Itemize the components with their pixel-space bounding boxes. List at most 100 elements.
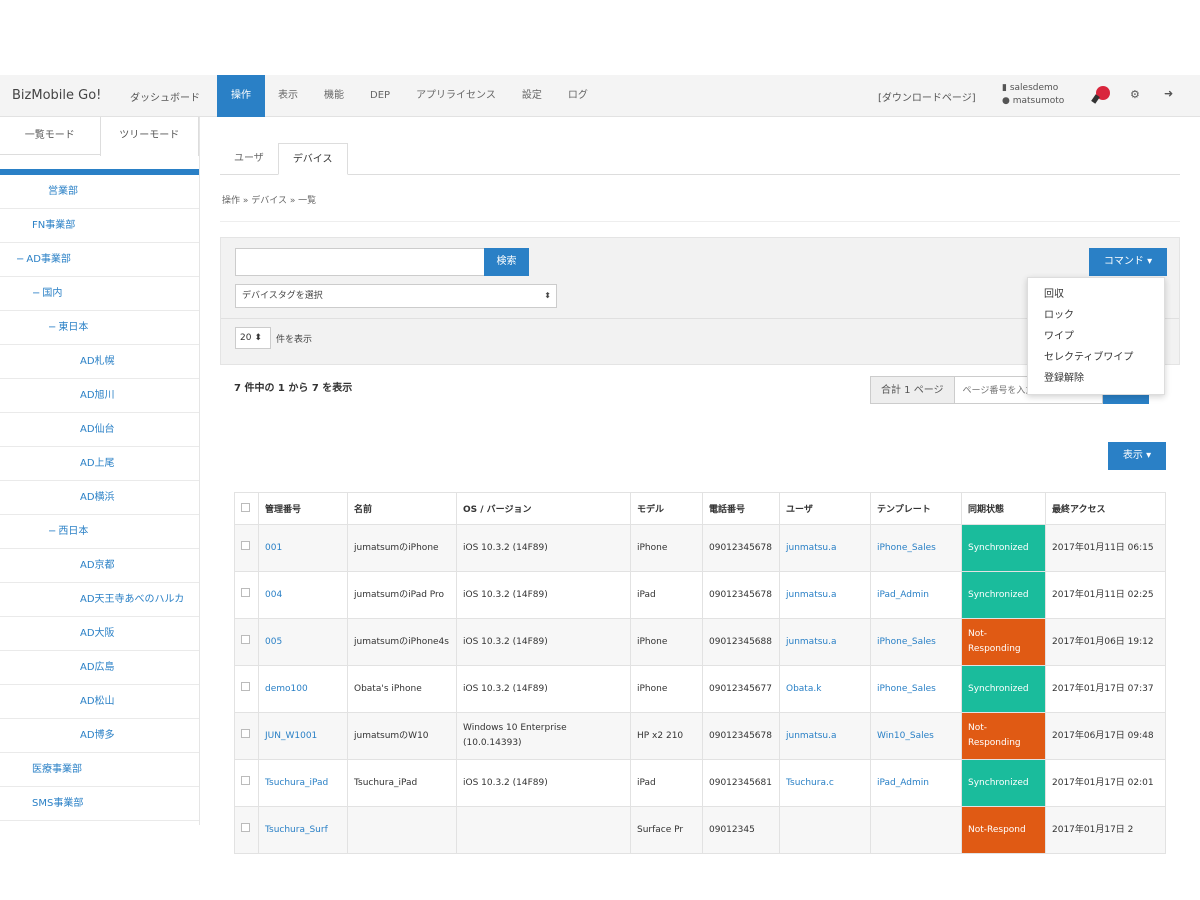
cell-template[interactable]: iPhone_Sales (870, 524, 962, 572)
per-page-select[interactable]: 20 ⬍ (235, 327, 271, 349)
tab-devices[interactable]: デバイス (277, 143, 348, 175)
checkbox[interactable] (241, 728, 250, 738)
tree-item[interactable]: − AD事業部 (0, 243, 199, 277)
header-phone[interactable]: 電話番号 (702, 492, 780, 525)
cell-id[interactable]: demo100 (258, 665, 348, 713)
account-info[interactable]: ▮ salesdemo ● matsumoto (1002, 82, 1064, 108)
cell-template[interactable]: iPhone_Sales (870, 618, 962, 666)
row-select-cell[interactable] (234, 618, 259, 666)
tree-item[interactable]: 医療事業部 (0, 753, 199, 787)
collapse-toggle-icon[interactable]: − (16, 254, 24, 265)
tree-item[interactable]: AD旭川 (0, 379, 199, 413)
table-row[interactable]: 001 jumatsumのiPhone iOS 10.3.2 (14F89) iPho… (234, 524, 1166, 572)
row-select-cell[interactable] (234, 571, 259, 619)
search-button[interactable]: 検索 (484, 248, 529, 276)
command-retrieve[interactable]: 回収 (1028, 284, 1164, 305)
checkbox[interactable] (241, 540, 250, 550)
cell-user[interactable] (779, 806, 871, 854)
nav-tab-function[interactable]: 機能 (311, 75, 357, 117)
mode-tab-tree[interactable]: ツリーモード (99, 117, 199, 156)
cell-template[interactable] (870, 806, 962, 854)
device-tag-select[interactable]: デバイスタグを選択 ⬍ (235, 284, 557, 308)
checkbox[interactable] (241, 587, 250, 597)
row-select-cell[interactable] (234, 524, 259, 572)
tree-item[interactable]: AD札幌 (0, 345, 199, 379)
header-last-access[interactable]: 最終アクセス (1045, 492, 1166, 525)
tree-item[interactable]: AD上尾 (0, 447, 199, 481)
cell-user[interactable]: junmatsu.a (779, 618, 871, 666)
command-selective-wipe[interactable]: セレクティブワイプ (1028, 347, 1164, 368)
tree-item[interactable]: AD大阪 (0, 617, 199, 651)
collapse-toggle-icon[interactable]: − (32, 288, 40, 299)
cell-template[interactable]: iPad_Admin (870, 759, 962, 807)
table-row[interactable]: 004 jumatsumのiPad Pro iOS 10.3.2 (14F89) iP… (234, 571, 1166, 619)
cell-user[interactable]: Tsuchura.c (779, 759, 871, 807)
command-wipe[interactable]: ワイプ (1028, 326, 1164, 347)
header-name[interactable]: 名前 (347, 492, 457, 525)
checkbox[interactable] (241, 822, 250, 832)
cell-id[interactable]: Tsuchura_iPad (258, 759, 348, 807)
cell-template[interactable]: iPad_Admin (870, 571, 962, 619)
nav-tab-view[interactable]: 表示 (265, 75, 311, 117)
tree-item[interactable]: AD京都 (0, 549, 199, 583)
header-os[interactable]: OS / バージョン (456, 492, 631, 525)
nav-tab-log[interactable]: ログ (555, 75, 601, 117)
brand-logo[interactable]: BizMobile Go! (12, 88, 101, 103)
nav-tab-dep[interactable]: DEP (357, 75, 403, 117)
search-input[interactable] (235, 248, 485, 276)
tree-item[interactable]: AD横浜 (0, 481, 199, 515)
tree-item[interactable]: SMS事業部 (0, 787, 199, 821)
table-row[interactable]: demo100 Obata's iPhone iOS 10.3.2 (14F89) i… (234, 665, 1166, 713)
nav-dashboard-link[interactable]: ダッシュボード (130, 89, 200, 104)
cell-template[interactable]: iPhone_Sales (870, 665, 962, 713)
cell-user[interactable]: junmatsu.a (779, 524, 871, 572)
cell-id[interactable]: 005 (258, 618, 348, 666)
tree-item[interactable]: − 西日本 (0, 515, 199, 549)
table-row[interactable]: JUN_W1001 jumatsumのW10 Windows 10 Enterpri… (234, 712, 1166, 760)
header-id[interactable]: 管理番号 (258, 492, 348, 525)
pin-icon[interactable] (1096, 86, 1110, 100)
row-select-cell[interactable] (234, 759, 259, 807)
cell-id[interactable]: JUN_W1001 (258, 712, 348, 760)
download-page-link[interactable]: [ダウンロードページ] (878, 89, 976, 104)
tree-item[interactable]: AD広島 (0, 651, 199, 685)
tree-item[interactable]: AD天王寺あべのハルカ (0, 583, 199, 617)
cell-id[interactable]: 001 (258, 524, 348, 572)
tab-users[interactable]: ユーザ (220, 143, 278, 175)
command-lock[interactable]: ロック (1028, 305, 1164, 326)
collapse-toggle-icon[interactable]: − (48, 526, 56, 537)
header-template[interactable]: テンプレート (870, 492, 962, 525)
row-select-cell[interactable] (234, 712, 259, 760)
header-user[interactable]: ユーザ (779, 492, 871, 525)
table-row[interactable]: Tsuchura_Surf Surface Pr 09012345 Not-Respo… (234, 806, 1166, 854)
cell-user[interactable]: Obata.k (779, 665, 871, 713)
cell-id[interactable]: 004 (258, 571, 348, 619)
command-button[interactable]: コマンド ▾ (1089, 248, 1167, 276)
header-model[interactable]: モデル (630, 492, 703, 525)
checkbox[interactable] (241, 634, 250, 644)
tree-item[interactable]: FN事業部 (0, 209, 199, 243)
tree-item[interactable]: − 東日本 (0, 311, 199, 345)
tree-item[interactable]: AD博多 (0, 719, 199, 753)
checkbox[interactable] (241, 775, 250, 785)
nav-tab-settings[interactable]: 設定 (509, 75, 555, 117)
checkbox[interactable] (241, 502, 250, 512)
nav-tab-operation[interactable]: 操作 (217, 75, 265, 117)
checkbox[interactable] (241, 681, 250, 691)
columns-button[interactable]: 表示 ▾ (1108, 442, 1166, 470)
row-select-cell[interactable] (234, 806, 259, 854)
cell-user[interactable]: junmatsu.a (779, 712, 871, 760)
mode-tab-list[interactable]: 一覧モード (0, 117, 100, 154)
logout-icon[interactable]: ➜ (1164, 87, 1173, 100)
gear-icon[interactable]: ⚙ (1130, 88, 1140, 101)
tree-item[interactable]: 営業部 (0, 175, 199, 209)
cell-template[interactable]: Win10_Sales (870, 712, 962, 760)
tree-item[interactable]: AD仙台 (0, 413, 199, 447)
table-row[interactable]: Tsuchura_iPad Tsuchura_iPad iOS 10.3.2 (14… (234, 759, 1166, 807)
cell-id[interactable]: Tsuchura_Surf (258, 806, 348, 854)
header-select-all[interactable] (234, 492, 259, 525)
header-sync-status[interactable]: 同期状態 (961, 492, 1046, 525)
tree-item[interactable]: − 国内 (0, 277, 199, 311)
nav-tab-app-license[interactable]: アプリライセンス (403, 75, 509, 117)
tree-item[interactable]: AD松山 (0, 685, 199, 719)
